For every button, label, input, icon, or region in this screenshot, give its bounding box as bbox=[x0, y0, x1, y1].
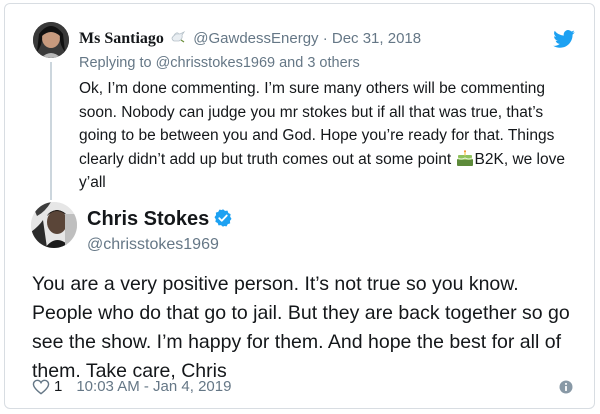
dove-icon bbox=[171, 30, 186, 43]
parent-tweet-header: Ms Santiago @GawdessEnergy · Dec 31, 201… bbox=[79, 29, 421, 48]
main-tweet-text: You are a very positive person. It’s not… bbox=[32, 273, 570, 382]
reply-others-link[interactable]: and 3 others bbox=[279, 55, 360, 71]
reply-mention-link[interactable]: @chrisstokes1969 bbox=[156, 55, 276, 71]
embedded-tweet-card: Ms Santiago @GawdessEnergy · Dec 31, 201… bbox=[4, 3, 595, 409]
reply-prefix: Replying to bbox=[79, 55, 152, 71]
birthday-cake-icon bbox=[456, 149, 473, 166]
author-name-row: Chris Stokes bbox=[87, 208, 233, 231]
twitter-bird-icon[interactable] bbox=[553, 30, 575, 48]
verified-badge-icon bbox=[214, 209, 232, 227]
parent-tweet-text: Ok, I’m done commenting. I’m sure many o… bbox=[79, 77, 579, 195]
parent-avatar[interactable] bbox=[33, 22, 69, 58]
tweet-footer: 1 10:03 AM - Jan 4, 2019 bbox=[32, 378, 231, 395]
thread-connector-line bbox=[50, 62, 52, 200]
parent-handle[interactable]: @GawdessEnergy bbox=[193, 30, 318, 47]
reply-context: Replying to @chrisstokes1969 and 3 other… bbox=[79, 55, 360, 71]
parent-display-name[interactable]: Ms Santiago bbox=[79, 30, 164, 47]
like-count[interactable]: 1 bbox=[54, 378, 62, 395]
author-avatar[interactable] bbox=[31, 202, 77, 248]
parent-date[interactable]: Dec 31, 2018 bbox=[332, 30, 421, 47]
parent-separator: · bbox=[322, 30, 328, 47]
heart-icon[interactable] bbox=[32, 379, 50, 395]
author-display-name[interactable]: Chris Stokes bbox=[87, 208, 209, 230]
author-handle[interactable]: @chrisstokes1969 bbox=[87, 236, 219, 254]
tweet-timestamp[interactable]: 10:03 AM - Jan 4, 2019 bbox=[76, 378, 231, 395]
info-icon[interactable] bbox=[559, 380, 573, 394]
